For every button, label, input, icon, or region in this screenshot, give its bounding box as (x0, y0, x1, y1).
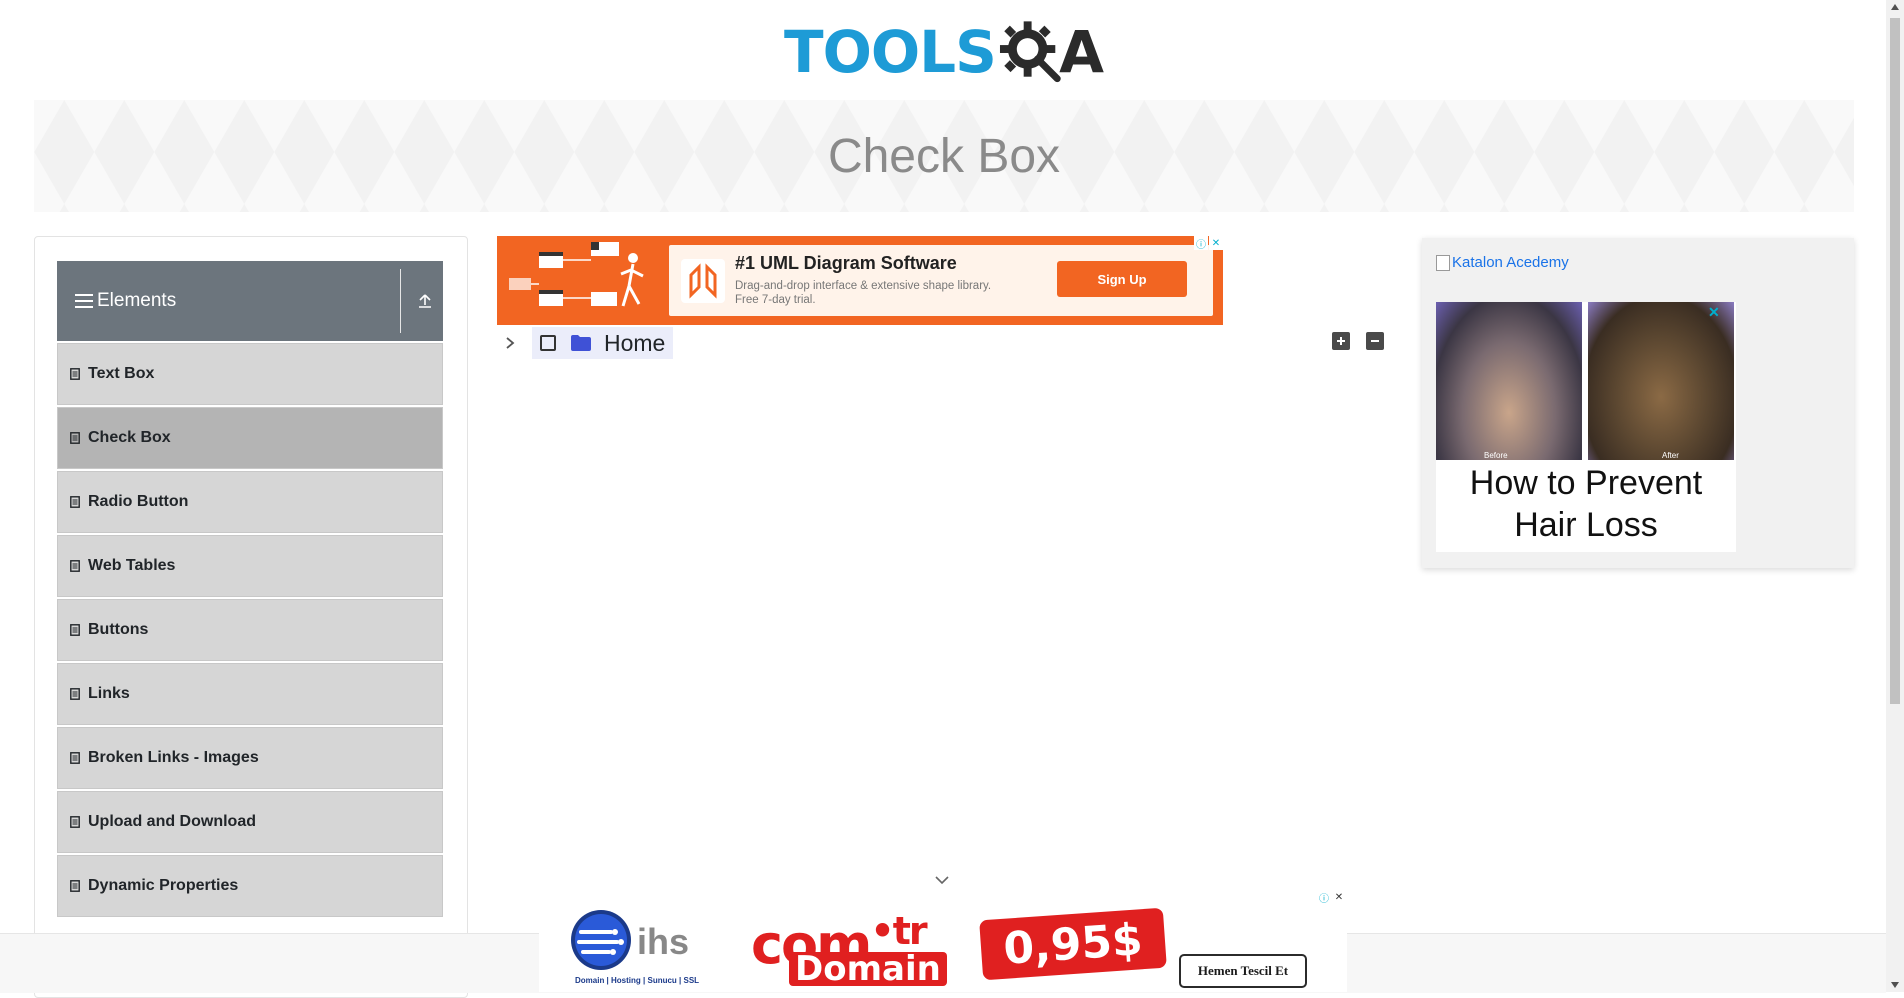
sidebar-item-upload-and-download[interactable]: Upload and Download (57, 791, 443, 853)
svg-text:ihs: ihs (637, 921, 689, 962)
document-icon (70, 496, 80, 508)
ad-headline-line: How to Prevent (1469, 464, 1703, 502)
logo-a: A (1059, 18, 1104, 86)
after-photo: After (1588, 302, 1734, 460)
ad-description-line: Free 7-day trial. (735, 294, 816, 306)
document-icon (70, 368, 80, 380)
document-icon (70, 432, 80, 444)
folder-icon (571, 335, 591, 351)
elements-menu-list: Text Box Check Box Radio Button Web Tabl… (57, 343, 443, 919)
group-title: Elements (97, 290, 177, 311)
ad-title: #1 UML Diagram Software (735, 253, 957, 273)
ad-headline: How to Prevent Hair Loss (1436, 462, 1736, 546)
logo-text: TOOLS (784, 18, 997, 86)
sidebar-item-label: Web Tables (88, 557, 176, 574)
uml-ad-banner[interactable]: #1 UML Diagram Software Drag-and-drop in… (497, 236, 1223, 325)
hamburger-icon (75, 294, 93, 308)
tld-dot: • (870, 909, 894, 953)
after-caption: After (1662, 451, 1679, 460)
bottom-domain-ad[interactable]: ihs Domain | Hosting | Sunucu | SSL com•… (539, 890, 1347, 992)
collapse-up-icon[interactable] (415, 291, 435, 311)
sidebar-item-label: Check Box (88, 429, 171, 446)
ihs-logo: ihs (571, 910, 689, 970)
ad-choices[interactable]: ⓘ ✕ (1194, 236, 1223, 251)
broken-image-link[interactable]: Katalon Acedemy (1436, 254, 1569, 271)
tld-tr: tr (892, 909, 928, 953)
right-sidebar-ad[interactable]: Katalon Acedemy Before After How to Prev… (1422, 238, 1854, 568)
close-ad-icon[interactable]: ✕ (1708, 304, 1720, 321)
adchoices-icon[interactable]: ⓘ (1194, 236, 1208, 251)
page-title: Check Box (827, 129, 1061, 183)
sidebar-item-links[interactable]: Links (57, 663, 443, 725)
home-checkbox[interactable] (540, 335, 556, 351)
sidebar-item-label: Buttons (88, 621, 149, 638)
expand-all-plus-icon[interactable] (1332, 332, 1350, 350)
ad-headline-line: Hair Loss (1514, 506, 1658, 544)
sidebar-item-label: Dynamic Properties (88, 877, 239, 894)
close-ad-icon[interactable]: ✕ (1332, 890, 1346, 904)
document-icon (70, 752, 80, 764)
before-photo: Before (1436, 302, 1582, 460)
sidebar-item-label: Upload and Download (88, 813, 256, 830)
document-icon (70, 816, 80, 828)
register-now-button[interactable]: Hemen Tescil Et (1179, 954, 1307, 988)
brand-logo-icon (681, 259, 725, 303)
page-scrollbar[interactable] (1886, 0, 1904, 992)
sidebar-item-text-box[interactable]: Text Box (57, 343, 443, 405)
ad-content-panel: #1 UML Diagram Software Drag-and-drop in… (669, 245, 1213, 316)
document-icon (70, 688, 80, 700)
before-caption: Before (1484, 451, 1508, 460)
toolsqa-logo[interactable]: TOOLS A (784, 14, 1104, 90)
sidebar-item-label: Broken Links - Images (88, 749, 259, 766)
document-icon (70, 624, 80, 636)
sidebar-item-label: Links (88, 685, 130, 702)
sidebar-item-dynamic-properties[interactable]: Dynamic Properties (57, 855, 443, 917)
sidebar-item-radio-button[interactable]: Radio Button (57, 471, 443, 533)
sidebar-item-web-tables[interactable]: Web Tables (57, 535, 443, 597)
tree-node-label: Home (604, 329, 666, 356)
sidebar-item-buttons[interactable]: Buttons (57, 599, 443, 661)
diagram-illustration (509, 242, 644, 307)
ad-description-line: Drag-and-drop interface & extensive shap… (735, 280, 992, 292)
adchoices-icon[interactable]: ⓘ (1317, 890, 1331, 905)
sidebar-item-check-box[interactable]: Check Box (57, 407, 443, 469)
chevron-down-icon[interactable] (934, 874, 950, 886)
ihs-tagline: Domain | Hosting | Sunucu | SSL (575, 976, 700, 985)
close-ad-icon[interactable]: ✕ (1209, 236, 1223, 250)
logo-gear-icon (999, 21, 1061, 83)
scroll-up-arrow-icon[interactable] (1891, 4, 1899, 10)
expand-toggle-chevron-right-icon[interactable] (500, 333, 520, 353)
elements-group-header[interactable]: Elements (57, 261, 443, 341)
domain-word: Domain (789, 952, 947, 986)
ad-description: Drag-and-drop interface & extensive shap… (735, 279, 1035, 307)
sidebar-item-broken-links-images[interactable]: Broken Links - Images (57, 727, 443, 789)
tree-node-home[interactable]: Home (532, 327, 674, 359)
header-divider (400, 269, 401, 333)
broken-image-alt: Katalon Acedemy (1452, 254, 1569, 271)
broken-image-icon (1436, 254, 1450, 271)
price-badge: 0,95$ (979, 907, 1167, 981)
page-banner: Check Box (34, 100, 1854, 212)
document-icon (70, 560, 80, 572)
document-icon (70, 880, 80, 892)
scrollbar-thumb[interactable] (1890, 18, 1900, 704)
checkbox-tree-root: Home (500, 326, 674, 360)
ad-choices[interactable]: ⓘ ✕ (1317, 890, 1346, 905)
sidebar-item-label: Text Box (88, 365, 155, 382)
sidebar-item-label: Radio Button (88, 493, 189, 510)
collapse-all-minus-icon[interactable] (1366, 332, 1384, 350)
scroll-down-arrow-icon[interactable] (1891, 982, 1899, 988)
sign-up-button[interactable]: Sign Up (1057, 261, 1187, 297)
hair-loss-ad[interactable]: Before After How to Prevent Hair Loss (1436, 302, 1736, 552)
left-panel: Elements Text Box Check Box Radio Button… (34, 236, 468, 998)
